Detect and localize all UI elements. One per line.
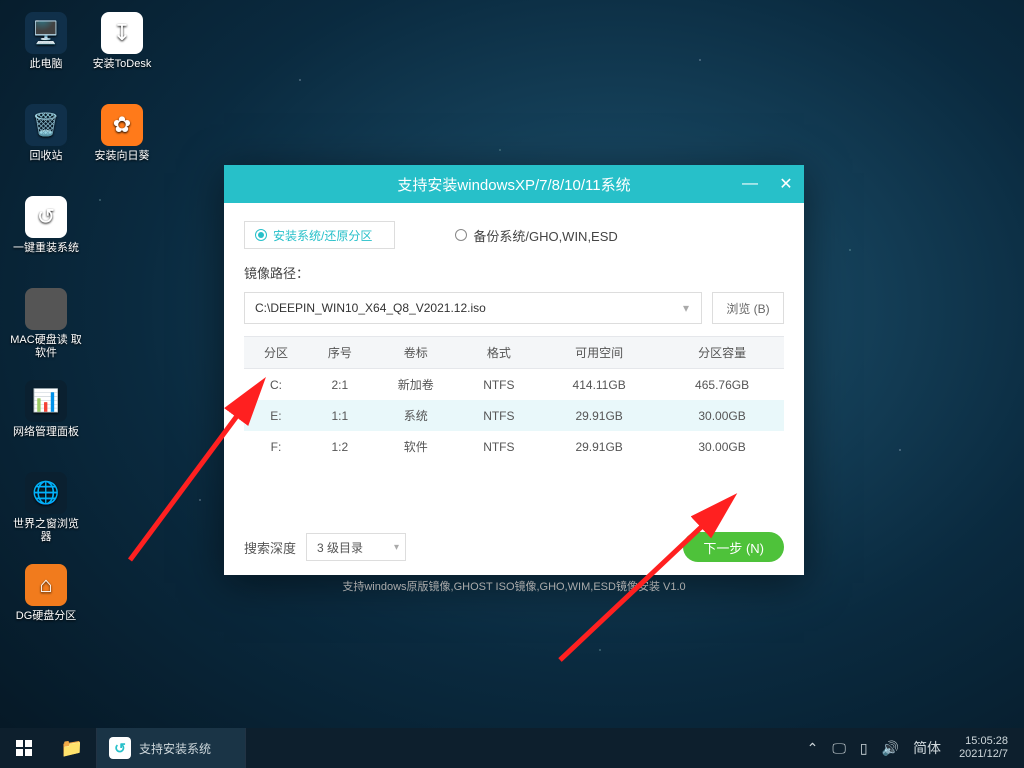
next-button[interactable]: 下一步 (N): [683, 532, 784, 562]
partition-table: 分区序号卷标格式可用空间分区容量 C:2:1新加卷NTFS414.11GB465…: [244, 336, 784, 462]
task-label: 支持安装系统: [139, 740, 211, 757]
desktop-icon-label: MAC硬盘读 取软件: [8, 334, 84, 360]
tray-ime[interactable]: 简体: [913, 738, 941, 758]
table-cell: F:: [244, 431, 308, 462]
start-button[interactable]: [0, 728, 48, 768]
mode-backup-radio[interactable]: 备份系统/GHO,WIN,ESD: [455, 226, 617, 245]
tray-volume-icon[interactable]: 🔊: [882, 740, 899, 757]
table-header: 卷标: [372, 337, 460, 369]
desktop-icon-recycle-bin[interactable]: 🗑️ 回收站: [8, 100, 84, 184]
installer-window: 支持安装windowsXP/7/8/10/11系统 — ✕ 安装系统/还原分区 …: [224, 165, 804, 575]
image-path-value: C:\DEEPIN_WIN10_X64_Q8_V2021.12.iso: [255, 301, 486, 315]
desktop-icon-mac-hdd-reader[interactable]: MAC硬盘读 取软件: [8, 284, 84, 368]
chevron-down-icon: ▾: [394, 542, 399, 553]
recycle-bin-icon: 🗑️: [25, 104, 67, 146]
table-cell: NTFS: [460, 431, 539, 462]
dg-partition-icon: ⌂: [25, 564, 67, 606]
table-cell: 系统: [372, 400, 460, 431]
radio-dot-icon: [255, 229, 267, 241]
install-sunflower-icon: ✿: [101, 104, 143, 146]
desktop-icons: 🖥️ 此电脑 🗑️ 回收站 ↺ 一键重装系统 MAC硬盘读 取软件 📊 网络管理面板 🌐 世界之窗浏…: [8, 8, 168, 652]
desktop-icon-label: 回收站: [28, 150, 65, 163]
search-depth-value: 3 级目录: [317, 539, 363, 556]
taskbar-clock[interactable]: 15:05:28 2021/12/7: [955, 735, 1018, 761]
taskbar: 📁 ↺ 支持安装系统 ⌃ 🖵 ▯ 🔊 简体 15:05:28 2021/12/7: [0, 728, 1024, 768]
install-todesk-icon: ↧: [101, 12, 143, 54]
tray-battery-icon[interactable]: ▯: [860, 740, 868, 757]
task-app-icon: ↺: [109, 737, 131, 759]
mode-backup-label: 备份系统/GHO,WIN,ESD: [473, 226, 617, 245]
desktop-icon-label: 一键重装系统: [11, 242, 81, 255]
table-header: 分区: [244, 337, 308, 369]
table-cell: 465.76GB: [660, 369, 784, 401]
desktop-icon-label: 此电脑: [28, 58, 65, 71]
desktop-icon-label: 网络管理面板: [11, 426, 81, 439]
chevron-down-icon[interactable]: ▾: [671, 293, 701, 323]
table-row[interactable]: E:1:1系统NTFS29.91GB30.00GB: [244, 400, 784, 431]
browse-button[interactable]: 浏览 (B): [712, 292, 784, 324]
table-row[interactable]: C:2:1新加卷NTFS414.11GB465.76GB: [244, 369, 784, 401]
network-panel-icon: 📊: [25, 380, 67, 422]
search-depth-select[interactable]: 3 级目录 ▾: [306, 533, 406, 561]
desktop-icon-network-panel[interactable]: 📊 网络管理面板: [8, 376, 84, 460]
one-key-reinstall-icon: ↺: [25, 196, 67, 238]
table-header: 序号: [308, 337, 372, 369]
taskbar-explorer-icon[interactable]: 📁: [48, 728, 96, 768]
desktop-icon-label: 世界之窗浏览 器: [8, 518, 84, 544]
table-cell: 1:2: [308, 431, 372, 462]
table-cell: 30.00GB: [660, 400, 784, 431]
table-header: 格式: [460, 337, 539, 369]
desktop-icon-install-sunflower[interactable]: ✿ 安装向日葵: [84, 100, 160, 184]
table-cell: 29.91GB: [538, 400, 660, 431]
table-cell: 新加卷: [372, 369, 460, 401]
table-cell: E:: [244, 400, 308, 431]
desktop-icon-install-todesk[interactable]: ↧ 安装ToDesk: [84, 8, 160, 92]
table-cell: 30.00GB: [660, 431, 784, 462]
minimize-button[interactable]: —: [732, 165, 768, 203]
mode-install-label: 安装系统/还原分区: [273, 227, 372, 244]
search-depth-label: 搜索深度: [244, 538, 296, 557]
mac-hdd-reader-icon: [25, 288, 67, 330]
desktop-icon-dg-partition[interactable]: ⌂ DG硬盘分区: [8, 560, 84, 644]
table-row[interactable]: F:1:2软件NTFS29.91GB30.00GB: [244, 431, 784, 462]
desktop-icon-world-browser[interactable]: 🌐 世界之窗浏览 器: [8, 468, 84, 552]
taskbar-active-task[interactable]: ↺ 支持安装系统: [96, 728, 246, 768]
desktop-icon-label: DG硬盘分区: [14, 610, 79, 623]
table-cell: 1:1: [308, 400, 372, 431]
desktop-icon-one-key-reinstall[interactable]: ↺ 一键重装系统: [8, 192, 84, 276]
system-tray: ⌃ 🖵 ▯ 🔊 简体 15:05:28 2021/12/7: [797, 735, 1024, 761]
table-cell: 414.11GB: [538, 369, 660, 401]
table-cell: 2:1: [308, 369, 372, 401]
window-title: 支持安装windowsXP/7/8/10/11系统: [397, 174, 630, 195]
table-cell: C:: [244, 369, 308, 401]
desktop-icon-label: 安装ToDesk: [91, 58, 154, 71]
table-cell: NTFS: [460, 400, 539, 431]
radio-dot-icon: [455, 229, 467, 241]
tray-display-icon[interactable]: 🖵: [832, 740, 846, 757]
supports-text: 支持windows原版镜像,GHOST ISO镜像,GHO,WIM,ESD镜像安…: [244, 578, 784, 594]
clock-date: 2021/12/7: [959, 748, 1008, 761]
this-pc-icon: 🖥️: [25, 12, 67, 54]
world-browser-icon: 🌐: [25, 472, 67, 514]
table-cell: NTFS: [460, 369, 539, 401]
table-cell: 29.91GB: [538, 431, 660, 462]
table-cell: 软件: [372, 431, 460, 462]
path-label: 镜像路径：: [244, 263, 784, 282]
table-header: 可用空间: [538, 337, 660, 369]
image-path-combo[interactable]: C:\DEEPIN_WIN10_X64_Q8_V2021.12.iso ▾: [244, 292, 702, 324]
desktop-icon-label: 安装向日葵: [93, 150, 152, 163]
desktop-icon-this-pc[interactable]: 🖥️ 此电脑: [8, 8, 84, 92]
mode-install-radio[interactable]: 安装系统/还原分区: [244, 221, 395, 249]
clock-time: 15:05:28: [959, 735, 1008, 748]
tray-up-icon[interactable]: ⌃: [807, 740, 819, 757]
table-header: 分区容量: [660, 337, 784, 369]
window-titlebar: 支持安装windowsXP/7/8/10/11系统 — ✕: [224, 165, 804, 203]
close-button[interactable]: ✕: [768, 165, 804, 203]
